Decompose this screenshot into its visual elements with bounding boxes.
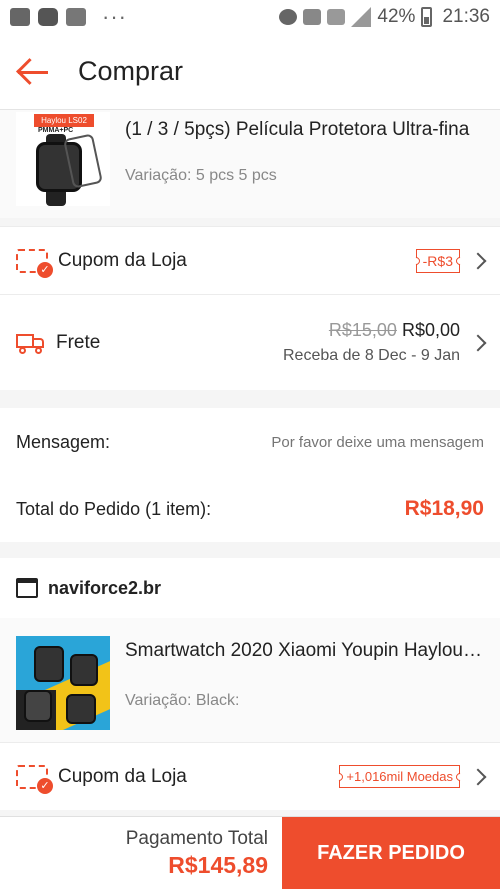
order-total-row: Total do Pedido (1 item): R$18,90 — [0, 476, 500, 542]
shop-name: naviforce2.br — [48, 577, 162, 598]
more-notifications-icon: ··· — [102, 4, 127, 29]
place-order-button[interactable]: FAZER PEDIDO — [282, 817, 500, 889]
page-title: Comprar — [78, 56, 184, 86]
truck-icon — [16, 332, 46, 354]
chevron-right-icon — [469, 768, 487, 785]
coupon-value-tag: +1,016mil Moedas — [339, 765, 460, 788]
wifi-icon — [303, 9, 322, 25]
coupon-value-tag: -R$3 — [415, 248, 460, 273]
order-item-1[interactable]: Haylou LS02 PMMA+PC (1 / 3 / 5pçs) Pelíc… — [0, 110, 500, 218]
thumb-sub-label: PMMA+PC — [38, 127, 74, 134]
message-input[interactable] — [224, 433, 484, 451]
product-thumbnail: Haylou LS02 PMMA+PC — [16, 112, 110, 206]
shipping-row[interactable]: Frete R$15,00 R$0,00 Receba de 8 Dec - 9… — [0, 294, 500, 390]
shop-coupon-row[interactable]: Cupom da Loja -R$3 — [0, 226, 500, 294]
sim-icon — [327, 9, 346, 25]
notification-icon — [10, 8, 30, 26]
coupon-icon — [16, 764, 53, 794]
shop-header[interactable]: naviforce2.br — [0, 558, 500, 618]
product-name: Smartwatch 2020 Xiaomi Youpin Haylou LS0… — [125, 640, 484, 661]
product-name: (1 / 3 / 5pçs) Película Protetora Ultra-… — [125, 119, 470, 140]
chevron-right-icon — [469, 252, 487, 269]
shop-coupon-row[interactable]: Cupom da Loja +1,016mil Moedas — [0, 742, 500, 810]
shipping-label: Frete — [56, 331, 101, 353]
product-variation: Variação: Black: — [125, 692, 240, 709]
shipping-price: R$0,00 — [401, 320, 460, 340]
youtube-icon — [38, 8, 58, 26]
signal-icon — [351, 7, 372, 27]
order-item-2[interactable]: Smartwatch 2020 Xiaomi Youpin Haylou LS0… — [0, 618, 500, 742]
back-arrow-icon[interactable] — [16, 57, 50, 87]
battery-percent: 42% — [377, 6, 416, 27]
chevron-right-icon — [469, 334, 487, 351]
coupon-label: Cupom da Loja — [58, 249, 187, 271]
message-label: Mensagem: — [16, 431, 111, 452]
message-row: Mensagem: — [0, 408, 500, 476]
order-total-value: R$18,90 — [404, 497, 484, 520]
payment-total-label: Pagamento Total — [125, 827, 268, 849]
app-bar: Comprar — [0, 34, 500, 110]
clock: 21:36 — [442, 6, 490, 27]
status-bar: ··· 42% 21:36 — [0, 0, 500, 34]
product-variation: Variação: 5 pcs 5 pcs — [125, 167, 277, 184]
payment-total-value: R$145,89 — [168, 851, 268, 878]
coupon-label: Cupom da Loja — [58, 765, 187, 787]
battery-icon — [421, 7, 433, 27]
order-total-label: Total do Pedido (1 item): — [16, 498, 212, 519]
shipping-old-price: R$15,00 — [328, 320, 397, 340]
product-thumbnail — [16, 636, 110, 730]
checkout-bar: Pagamento Total R$145,89 FAZER PEDIDO — [0, 816, 500, 889]
alarm-icon — [279, 9, 298, 25]
thumb-brand-label: Haylou LS02 — [34, 114, 94, 127]
shop-icon — [16, 578, 38, 598]
mail-icon — [66, 8, 86, 26]
shipping-date: Receba de 8 Dec - 9 Jan — [283, 347, 460, 364]
checkout-content[interactable]: Haylou LS02 PMMA+PC (1 / 3 / 5pçs) Pelíc… — [0, 110, 500, 816]
coupon-icon — [16, 248, 53, 278]
